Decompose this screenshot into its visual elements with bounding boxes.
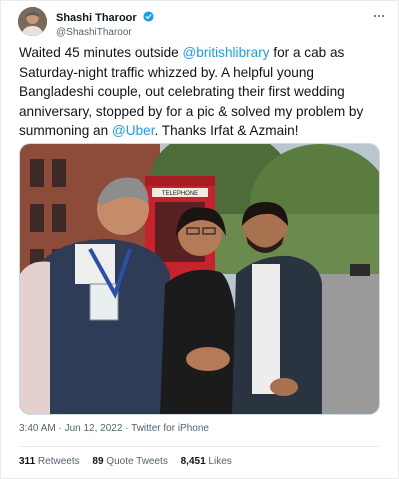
tweet-date[interactable]: Jun 12, 2022 (65, 423, 123, 434)
quote-tweets-count: 89 (92, 456, 104, 467)
retweets-label: Retweets (37, 456, 80, 467)
retweets-count: 311 (19, 456, 36, 467)
mention-link[interactable]: @britishlibrary (182, 45, 269, 60)
tweet-source: Twitter for iPhone (131, 423, 209, 434)
author-display-name[interactable]: Shashi Tharoor (56, 12, 137, 25)
telephone-sign: TELEPHONE (162, 191, 198, 197)
divider (19, 446, 380, 447)
tweet-text: Waited 45 minutes outside @britishlibrar… (19, 43, 381, 141)
meta-separator: · (122, 423, 132, 434)
tweet-header: Shashi Tharoor @ShashiTharoor (18, 7, 386, 39)
photo-scene: TELEPHONE (20, 144, 379, 414)
likes-stat[interactable]: 8,451 Likes (181, 456, 232, 467)
verified-badge-icon (143, 11, 154, 22)
tweet-text-part: Waited 45 minutes outside (19, 45, 183, 60)
tweet-time[interactable]: 3:40 AM (19, 423, 56, 434)
likes-count: 8,451 (180, 456, 206, 467)
likes-label: Likes (208, 456, 232, 467)
avatar[interactable] (18, 7, 47, 36)
meta-separator: · (55, 423, 65, 434)
tweet-photo[interactable]: TELEPHONE (19, 143, 380, 415)
retweets-stat[interactable]: 311 Retweets (19, 456, 80, 467)
quote-tweets-label: Quote Tweets (106, 456, 168, 467)
tweet-text-part: . Thanks Irfat & Azmain! (154, 123, 299, 139)
quote-tweets-stat[interactable]: 89 Quote Tweets (92, 456, 167, 467)
mention-link[interactable]: @Uber (112, 123, 155, 138)
more-horizontal-icon[interactable] (372, 9, 386, 26)
author-handle[interactable]: @ShashiTharoor (56, 26, 154, 39)
tweet-stats: 311 Retweets 89 Quote Tweets 8,451 Likes (19, 456, 242, 467)
author-names: Shashi Tharoor @ShashiTharoor (56, 8, 154, 39)
tweet-card: Shashi Tharoor @ShashiTharoor Waited 45 … (0, 0, 399, 479)
tweet-meta: 3:40 AM · Jun 12, 2022 · Twitter for iPh… (19, 423, 209, 434)
